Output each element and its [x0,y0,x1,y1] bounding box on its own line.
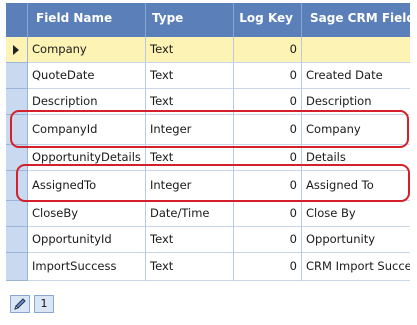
type-cell[interactable]: Text [146,253,234,281]
log-key-cell[interactable]: 0 [234,89,302,115]
column-header-sage-crm-field[interactable]: Sage CRM Field [302,3,415,37]
column-header-field-name[interactable]: Field Name [28,3,146,37]
table-row[interactable]: CompanyId Integer 0 Company [6,115,410,145]
crm-field-mapping-grid-window: Field Name Type Log Key Sage CRM Field C… [0,0,417,325]
field-name-cell[interactable]: OpportunityDetails [28,145,146,171]
column-header-log-key[interactable]: Log Key [234,3,302,37]
table-row[interactable]: OpportunityDetails Text 0 Details [6,145,410,171]
row-selector[interactable] [6,115,28,145]
log-key-cell[interactable]: 0 [234,63,302,89]
type-cell[interactable]: Text [146,37,234,63]
table-row[interactable]: Company Text 0 [6,37,410,63]
field-name-cell[interactable]: AssignedTo [28,171,146,201]
log-key-cell[interactable]: 0 [234,115,302,145]
log-key-cell[interactable]: 0 [234,253,302,281]
field-name-cell[interactable]: Description [28,89,146,115]
sage-crm-field-cell[interactable]: Created Date [302,63,410,89]
type-cell[interactable]: Text [146,89,234,115]
sage-crm-field-cell[interactable]: CRM Import Success [302,253,410,281]
sage-crm-field-cell[interactable]: Close By [302,201,410,227]
field-name-cell[interactable]: CompanyId [28,115,146,145]
field-name-cell[interactable]: OpportunityId [28,227,146,253]
row-selector[interactable] [6,171,28,201]
log-key-cell[interactable]: 0 [234,227,302,253]
type-cell[interactable]: Text [146,63,234,89]
type-cell[interactable]: Integer [146,171,234,201]
table-row[interactable]: QuoteDate Text 0 Created Date [6,63,410,89]
row-selector[interactable] [6,201,28,227]
field-mapping-grid: Field Name Type Log Key Sage CRM Field C… [6,3,415,281]
row-selector[interactable] [6,227,28,253]
sage-crm-field-cell[interactable]: Company [302,115,410,145]
sage-crm-field-cell[interactable]: Assigned To [302,171,410,201]
field-name-cell[interactable]: Company [28,37,146,63]
type-cell[interactable]: Text [146,227,234,253]
field-name-cell[interactable]: CloseBy [28,201,146,227]
row-selector[interactable] [6,63,28,89]
row-selector-arrow-icon [13,45,19,55]
type-cell[interactable]: Text [146,145,234,171]
grid-header: Field Name Type Log Key Sage CRM Field [6,3,415,37]
type-cell[interactable]: Date/Time [146,201,234,227]
row-selector[interactable] [6,89,28,115]
header-selector-cell [6,3,28,37]
sage-crm-field-cell[interactable]: Description [302,89,410,115]
table-row[interactable]: CloseBy Date/Time 0 Close By [6,201,410,227]
pencil-icon [14,298,26,310]
field-name-cell[interactable]: ImportSuccess [28,253,146,281]
type-cell[interactable]: Integer [146,115,234,145]
sage-crm-field-cell[interactable]: Opportunity [302,227,410,253]
row-selector[interactable] [6,145,28,171]
log-key-cell[interactable]: 0 [234,201,302,227]
page-1-button[interactable]: 1 [34,295,54,313]
field-name-cell[interactable]: QuoteDate [28,63,146,89]
sage-crm-field-cell[interactable]: Details [302,145,410,171]
table-row[interactable]: OpportunityId Text 0 Opportunity [6,227,410,253]
row-selector[interactable] [6,253,28,281]
log-key-cell[interactable]: 0 [234,37,302,63]
log-key-cell[interactable]: 0 [234,171,302,201]
sage-crm-field-cell[interactable] [302,37,410,63]
log-key-cell[interactable]: 0 [234,145,302,171]
table-row[interactable]: ImportSuccess Text 0 CRM Import Success [6,253,410,281]
row-selector[interactable] [6,37,28,63]
table-row[interactable]: Description Text 0 Description [6,89,410,115]
table-row[interactable]: AssignedTo Integer 0 Assigned To [6,171,410,201]
edit-button[interactable] [10,295,30,313]
column-header-type[interactable]: Type [146,3,234,37]
